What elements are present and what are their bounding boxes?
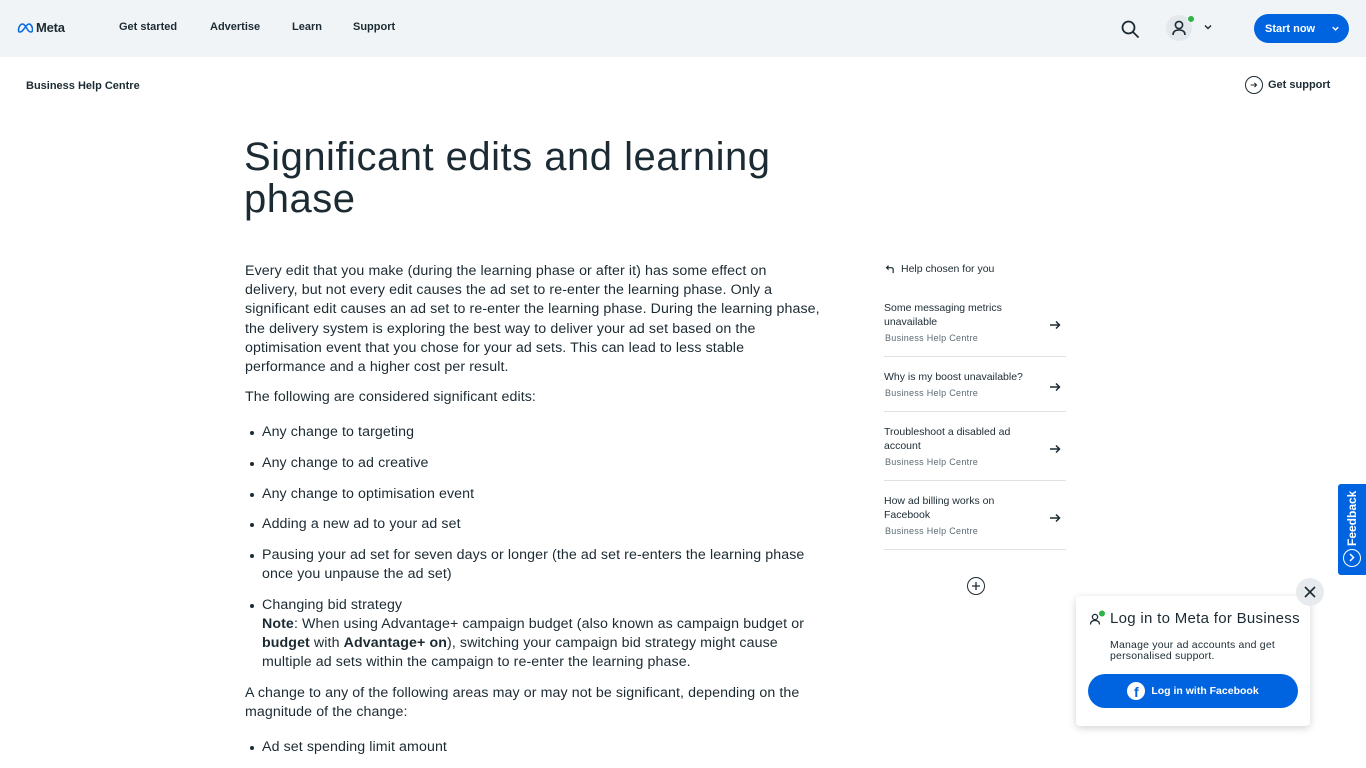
rail-item-title: Why is my boost unavailable? [884, 371, 1023, 383]
online-status-dot [1187, 15, 1195, 23]
nav-get-started[interactable]: Get started [119, 21, 177, 33]
nav-advertise[interactable]: Advertise [210, 21, 260, 33]
top-navigation: Meta Get started Advertise Learn Support… [0, 0, 1366, 57]
rail-item-title: Some messaging metrics unavailable [884, 302, 1002, 328]
breadcrumb-business-help-centre[interactable]: Business Help Centre [26, 80, 140, 92]
rail-heading-label: Help chosen for you [901, 263, 995, 275]
rail-item-title: Troubleshoot a disabled ad account [884, 426, 1011, 452]
arrow-right-icon [1050, 320, 1061, 330]
chevron-down-icon [1204, 25, 1212, 30]
list-item: Any change to targeting [250, 423, 820, 442]
account-menu-button[interactable] [1166, 15, 1218, 41]
article-body: Every edit that you make (during the lea… [245, 262, 820, 768]
log-in-with-facebook-label: Log in with Facebook [1151, 685, 1259, 697]
rail-item-source: Business Help Centre [885, 457, 979, 467]
feedback-label: Feedback [1345, 490, 1359, 546]
chevron-down-icon [1332, 26, 1339, 31]
list-item: Any change to ad creative [250, 454, 820, 473]
bid-strategy-note: Note: When using Advantage+ campaign bud… [262, 615, 820, 673]
plus-icon [972, 582, 980, 590]
arrow-right-icon [1050, 513, 1061, 523]
nav-learn[interactable]: Learn [292, 21, 322, 33]
list-item: Adding a new ad to your ad set [250, 515, 820, 534]
list-item: Ad set spending limit amount [250, 738, 820, 757]
popup-title: Log in to Meta for Business [1110, 610, 1300, 627]
rail-item-source: Business Help Centre [885, 526, 979, 536]
change-intro: A change to any of the following areas m… [245, 684, 800, 720]
rail-item-source: Business Help Centre [885, 333, 979, 343]
login-popup: Log in to Meta for Business Manage your … [1076, 596, 1310, 726]
page-title: Significant edits and learning phase [244, 135, 771, 221]
significant-edits-list: Any change to targeting Any change to ad… [250, 423, 820, 673]
article-lead: The following are considered significant… [245, 389, 536, 406]
rail-item-source: Business Help Centre [885, 388, 979, 398]
nav-support[interactable]: Support [353, 21, 395, 33]
list-item-bid-strategy: Changing bid strategy Note: When using A… [250, 596, 820, 673]
start-now-button[interactable]: Start now [1254, 14, 1349, 43]
close-icon [1304, 586, 1316, 598]
rail-item[interactable]: Troubleshoot a disabled ad account Busin… [884, 412, 1066, 481]
facebook-icon: f [1127, 682, 1146, 700]
rail-item-title: How ad billing works on Facebook [884, 495, 995, 521]
note-text-1: : When using Advantage+ campaign budget … [293, 615, 805, 632]
rail-item[interactable]: Some messaging metrics unavailable Busin… [884, 288, 1066, 357]
note-label: Note [262, 615, 294, 632]
get-support-label: Get support [1268, 79, 1331, 91]
list-item: Pausing your ad set for seven days or lo… [250, 546, 820, 584]
rail-item[interactable]: Why is my boost unavailable? Business He… [884, 357, 1066, 412]
arrow-right-circle-icon [1245, 76, 1263, 94]
note-text-2: with [309, 635, 344, 651]
chevron-right-circle-icon [1343, 549, 1361, 567]
close-popup-button[interactable] [1296, 578, 1324, 606]
note-bold-advantage: Advantage+ on [343, 635, 447, 651]
logo-text: Meta [36, 20, 65, 35]
search-icon[interactable] [1119, 18, 1141, 40]
list-item: Any change to optimisation event [250, 485, 820, 504]
note-bold-budget: budget [262, 635, 310, 651]
meta-infinity-icon [17, 22, 33, 33]
start-now-label: Start now [1265, 22, 1316, 35]
show-more-button[interactable] [967, 577, 985, 595]
meta-logo[interactable]: Meta [17, 20, 65, 35]
bid-strategy-text: Changing bid strategy [262, 596, 403, 613]
arrow-right-icon [1050, 382, 1061, 392]
log-in-with-facebook-button[interactable]: f Log in with Facebook [1088, 674, 1298, 708]
help-chosen-rail: Help chosen for you Some messaging metri… [884, 262, 1066, 550]
rail-item[interactable]: How ad billing works on Facebook Busines… [884, 481, 1066, 550]
rail-heading: Help chosen for you [884, 262, 1066, 276]
return-arrow-icon [885, 264, 894, 273]
arrow-right-icon [1050, 444, 1061, 454]
popup-description: Manage your ad accounts and get personal… [1110, 639, 1275, 662]
feedback-tab[interactable]: Feedback [1338, 484, 1366, 575]
change-areas-list: Ad set spending limit amount [250, 738, 820, 757]
get-support-link[interactable]: Get support [1245, 76, 1330, 94]
account-online-icon [1089, 610, 1105, 625]
article-intro: Every edit that you make (during the lea… [245, 263, 820, 376]
